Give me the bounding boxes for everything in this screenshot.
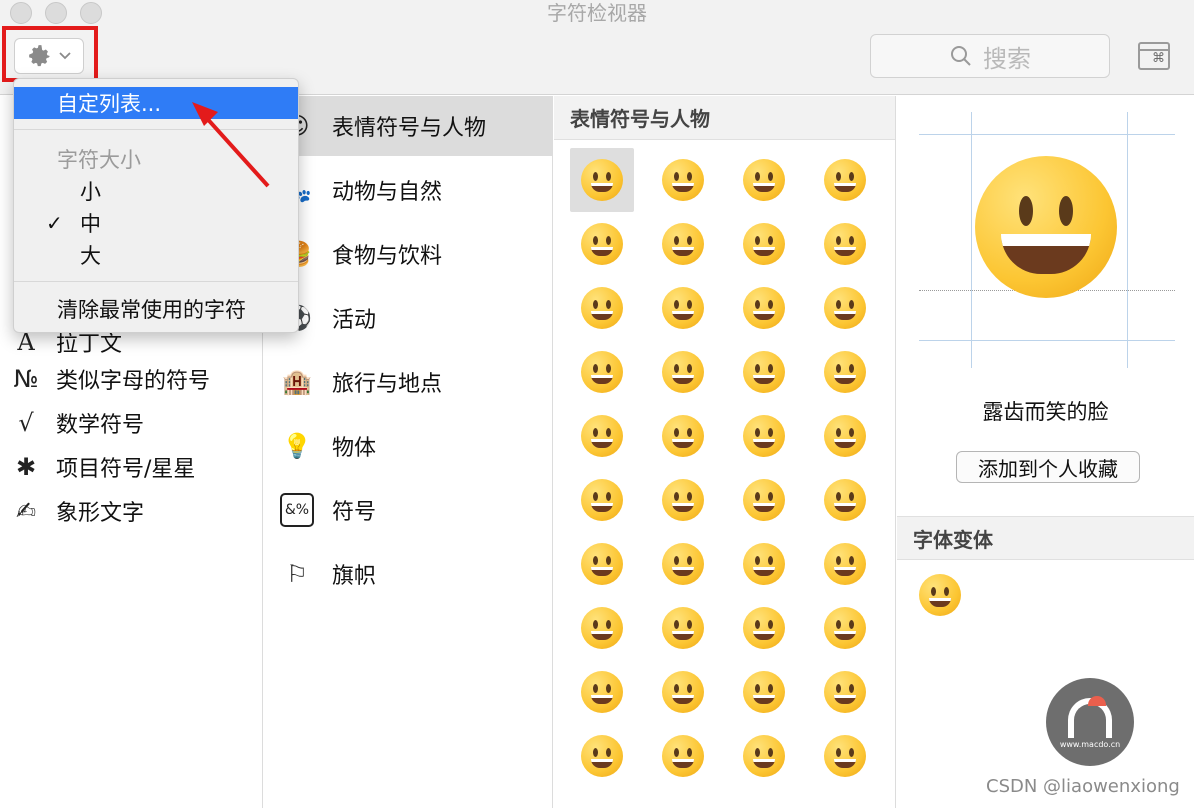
watermark-logo: www.macdo.cn (1046, 678, 1134, 766)
watermark-url: www.macdo.cn (1059, 740, 1121, 749)
annotation-arrow (192, 102, 270, 188)
watermark-credit: CSDN @liaowenxiong (986, 776, 1180, 797)
